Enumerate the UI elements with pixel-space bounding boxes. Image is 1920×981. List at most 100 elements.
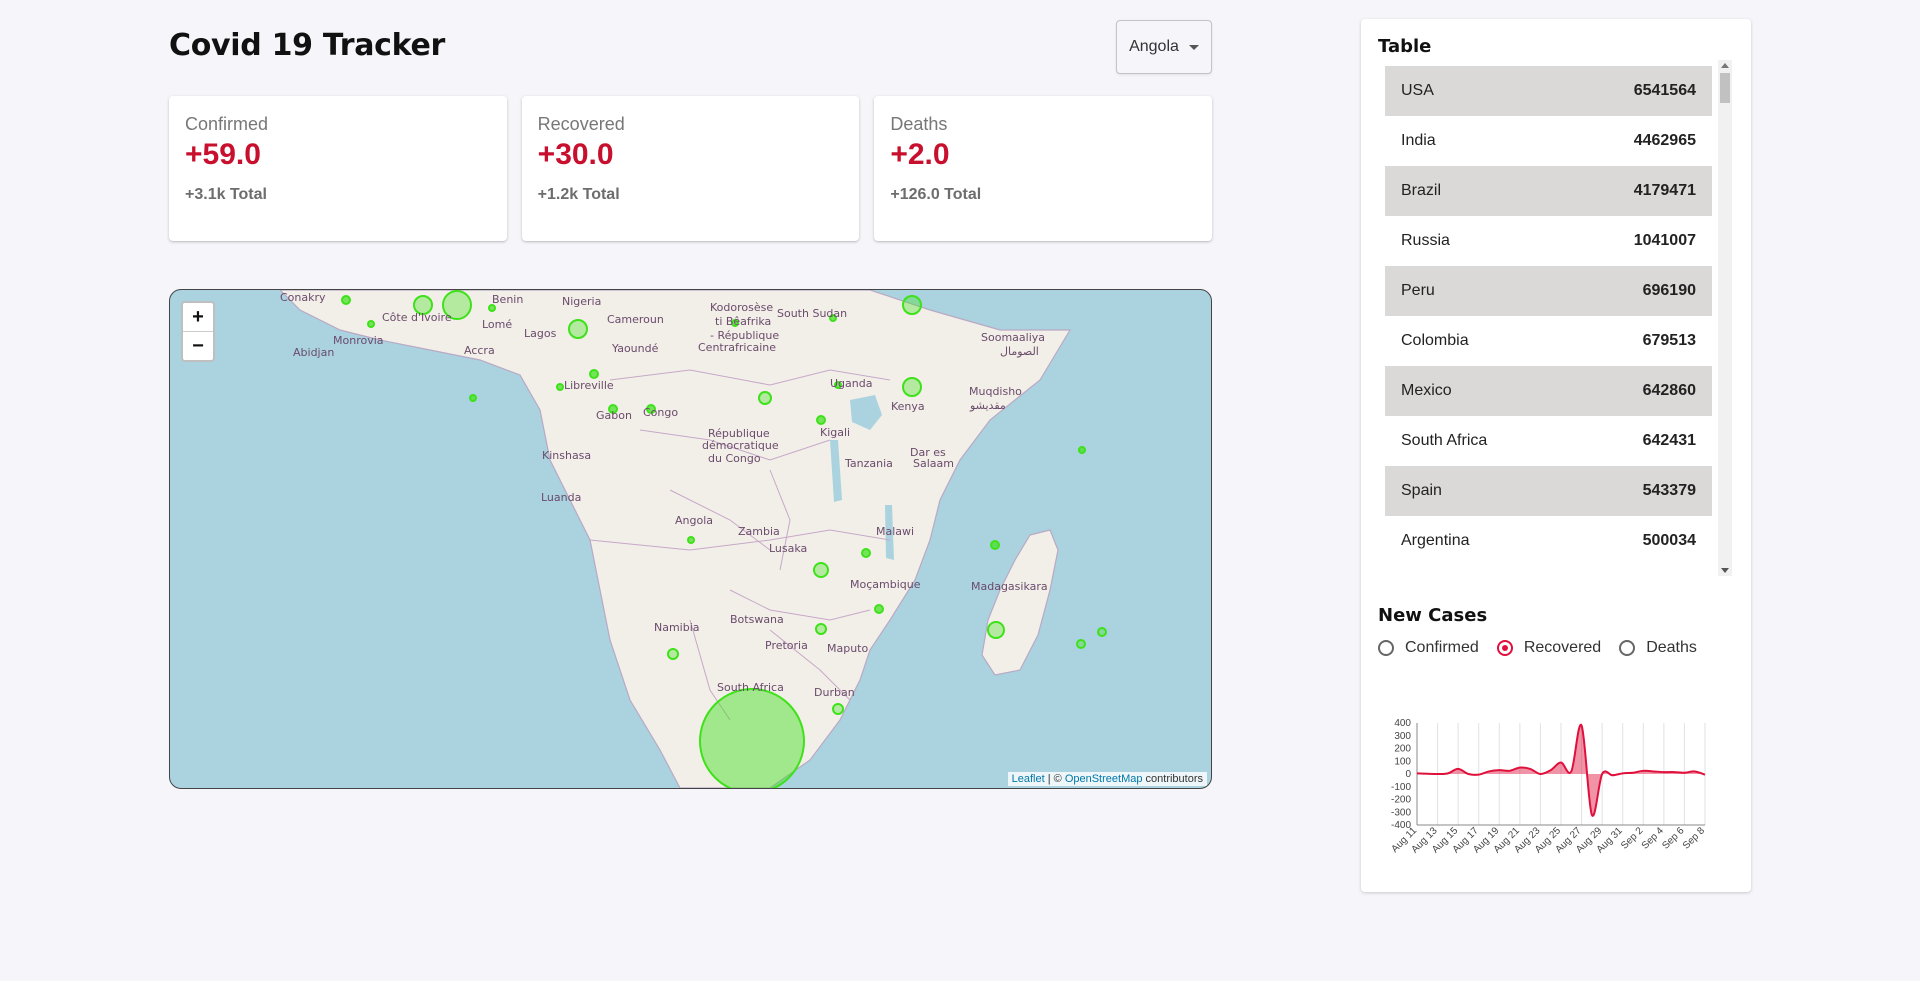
map-label: Kinshasa (542, 449, 591, 462)
radio-confirmed[interactable]: Confirmed (1378, 639, 1479, 657)
map-attribution: Leaflet | © OpenStreetMap contributors (1007, 772, 1207, 786)
map-label: الصومال (1000, 345, 1039, 358)
madagascar (981, 529, 1059, 676)
map-marker (990, 540, 1000, 550)
map-canvas[interactable]: Conakry Côte d'Ivoire Benin Nigeria Monrovia… (170, 290, 1211, 788)
confirmed-card[interactable]: Confirmed +59.0 +3.1k Total (169, 96, 507, 241)
radio-label: Recovered (1523, 639, 1602, 656)
map-label: Malawi (876, 525, 914, 538)
map-label: Luanda (541, 491, 581, 504)
map-label: Monrovia (333, 334, 384, 347)
map-marker (832, 703, 844, 715)
map-label: مقديشو (969, 399, 1006, 412)
table-row[interactable]: India 4462965 (1385, 116, 1712, 166)
map-label: Centrafricaine (698, 341, 776, 354)
caret-down-icon (1188, 44, 1199, 50)
y-tick-label: -100 (1391, 782, 1411, 793)
radio-checked-icon[interactable] (1496, 640, 1513, 656)
zoom-in-button[interactable]: + (183, 303, 213, 332)
radio-deaths[interactable]: Deaths (1619, 639, 1697, 657)
cases-table[interactable]: USA 6541564 India 4462965 Brazil 4179471 Russi… (1385, 66, 1735, 576)
country-name: Peru (1401, 282, 1435, 299)
map-label: Soomaaliya (981, 331, 1045, 344)
table-row[interactable]: South Africa 642431 (1385, 416, 1712, 466)
map-label: Lomé (482, 318, 512, 331)
page-title: Covid 19 Tracker (169, 28, 446, 63)
map-marker (469, 394, 477, 402)
country-name: USA (1401, 82, 1434, 99)
chart-svg: 4003002001000-100-200-300-400Aug 11Aug 1… (1389, 718, 1707, 856)
recovered-card[interactable]: Recovered +30.0 +1.2k Total (521, 96, 860, 241)
map[interactable]: Conakry Côte d'Ivoire Benin Nigeria Monrovia… (169, 289, 1212, 789)
table-row[interactable]: Peru 696190 (1385, 266, 1712, 316)
table-title: Table (1378, 36, 1432, 57)
zoom-control: + − (181, 301, 215, 362)
country-select[interactable]: Angola (1116, 20, 1212, 74)
card-label: Recovered (537, 114, 625, 134)
map-label: South Africa (717, 681, 784, 694)
radio-circle-icon[interactable] (1378, 640, 1394, 656)
map-label: Accra (464, 344, 495, 357)
case-count: 696190 (1642, 282, 1696, 299)
map-marker (874, 604, 884, 614)
map-marker (1076, 639, 1086, 649)
map-label: Angola (675, 514, 713, 527)
x-tick-label: Sep 2 (1619, 825, 1646, 852)
case-count: 500034 (1642, 532, 1696, 549)
table-row[interactable]: Russia 1041007 (1385, 216, 1712, 266)
table-row[interactable]: Spain 543379 (1385, 466, 1712, 516)
case-count: 642431 (1642, 432, 1696, 449)
radio-label: Confirmed (1405, 639, 1479, 656)
case-count: 4179471 (1633, 182, 1696, 199)
card-label: Confirmed (185, 114, 269, 134)
card-value: +30.0 (537, 138, 614, 171)
zoom-out-button[interactable]: − (183, 332, 213, 360)
map-label: du Congo (708, 452, 761, 465)
map-marker (816, 415, 826, 425)
table-row[interactable]: Brazil 4179471 (1385, 166, 1712, 216)
scroll-up-icon[interactable] (1721, 63, 1729, 68)
map-marker (813, 562, 829, 578)
map-label: Côte d'Ivoire (382, 311, 452, 324)
deaths-card[interactable]: Deaths +2.0 +126.0 Total (874, 96, 1213, 241)
card-value: +2.0 (890, 138, 950, 171)
scroll-thumb[interactable] (1720, 73, 1730, 103)
map-marker (589, 369, 599, 379)
country-name: India (1401, 132, 1436, 149)
map-marker (667, 648, 679, 660)
table-row[interactable]: Mexico 642860 (1385, 366, 1712, 416)
scroll-down-icon[interactable] (1721, 568, 1729, 573)
map-label: Kigali (820, 426, 850, 439)
new-cases-title: New Cases (1378, 605, 1488, 626)
card-total: +1.2k Total (537, 186, 620, 203)
side-panel: Table USA 6541564 India 4462965 Brazil 417947… (1361, 19, 1751, 892)
country-name: Russia (1401, 232, 1450, 249)
map-marker (687, 536, 695, 544)
case-count: 642860 (1642, 382, 1696, 399)
case-count: 543379 (1642, 482, 1696, 499)
table-row[interactable]: Argentina 500034 (1385, 516, 1712, 566)
card-total: +3.1k Total (185, 186, 267, 203)
country-name: South Africa (1401, 432, 1488, 449)
map-label: Maputo (827, 642, 868, 655)
map-label: ti Bêafrika (715, 315, 771, 328)
map-label: Cameroun (607, 313, 664, 326)
map-label: Libreville (564, 379, 614, 392)
map-marker (758, 391, 772, 405)
map-label: Conakry (280, 291, 326, 304)
stat-cards: Confirmed +59.0 +3.1k Total Recovered +3… (169, 96, 1213, 241)
leaflet-link[interactable]: Leaflet (1012, 773, 1045, 785)
y-tick-label: 200 (1394, 744, 1411, 755)
table-row[interactable]: USA 6541564 (1385, 66, 1712, 116)
card-value: +59.0 (185, 138, 261, 171)
x-tick-label: Sep 4 (1640, 825, 1667, 852)
table-row[interactable]: Colombia 679513 (1385, 316, 1712, 366)
table-scrollbar[interactable] (1718, 60, 1732, 576)
map-label: Pretoria (765, 639, 808, 652)
map-marker (568, 319, 588, 339)
radio-recovered[interactable]: Recovered (1496, 639, 1602, 657)
osm-link[interactable]: OpenStreetMap (1065, 773, 1143, 785)
radio-circle-icon[interactable] (1619, 640, 1636, 656)
map-marker (902, 295, 922, 315)
case-count: 4462965 (1633, 132, 1696, 149)
